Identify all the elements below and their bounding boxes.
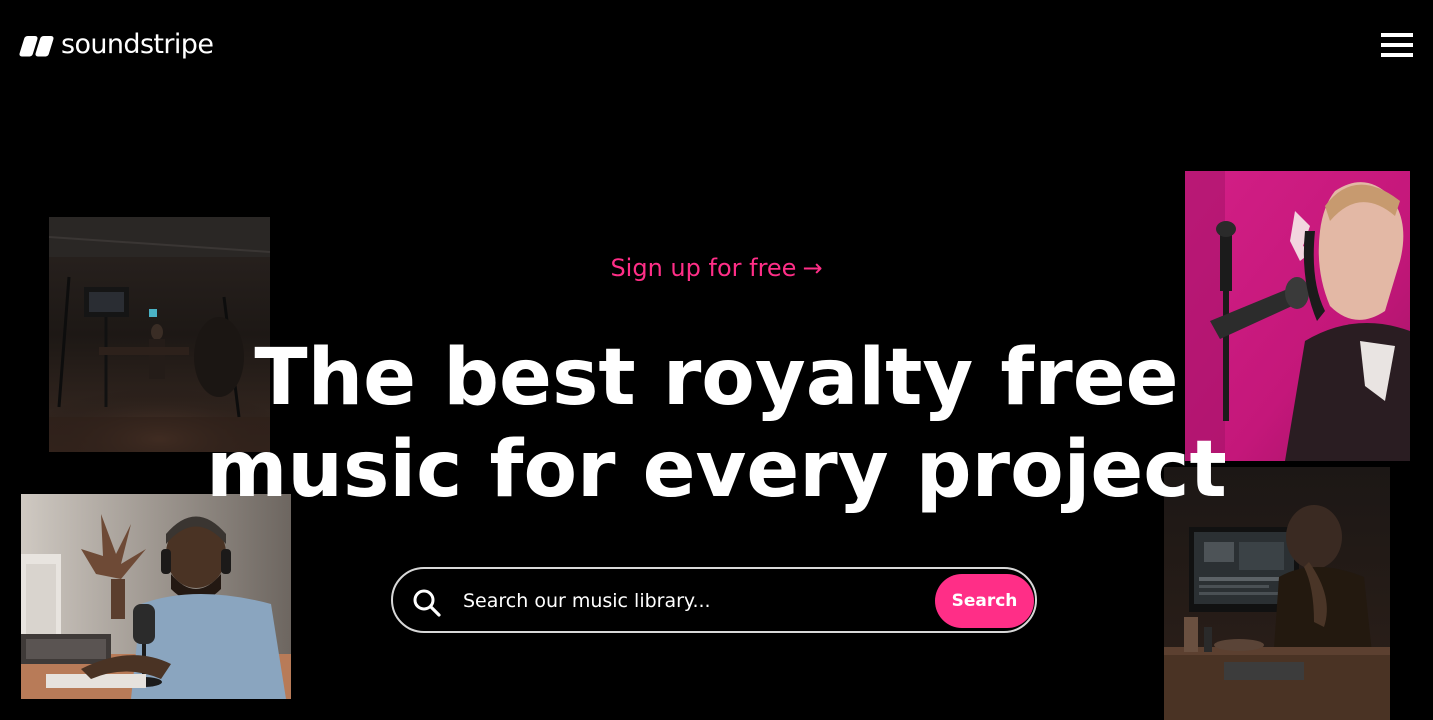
brand-name: soundstripe bbox=[61, 29, 214, 60]
hamburger-menu-icon[interactable] bbox=[1381, 33, 1413, 59]
hero-title: The best royalty free music for every pr… bbox=[0, 332, 1433, 516]
soundstripe-logo-icon bbox=[19, 36, 54, 57]
search-input[interactable] bbox=[463, 581, 923, 621]
signup-label: Sign up for free bbox=[610, 254, 797, 282]
producer-photo bbox=[21, 494, 291, 699]
hero-title-line-2: music for every project bbox=[206, 425, 1227, 515]
hero-title-line-1: The best royalty free bbox=[254, 333, 1179, 423]
menu-line bbox=[1381, 43, 1413, 47]
arrow-right-icon: → bbox=[802, 254, 823, 282]
soundstripe-logo[interactable]: soundstripe bbox=[19, 28, 214, 64]
search-button[interactable]: Search bbox=[935, 574, 1034, 628]
menu-line bbox=[1381, 33, 1413, 37]
menu-line bbox=[1381, 53, 1413, 57]
signup-link[interactable]: Sign up for free → bbox=[0, 252, 1433, 284]
page: soundstripe Sign up for free → The best … bbox=[0, 0, 1433, 720]
search-bar: Search bbox=[391, 567, 1037, 633]
search-icon bbox=[413, 589, 441, 617]
